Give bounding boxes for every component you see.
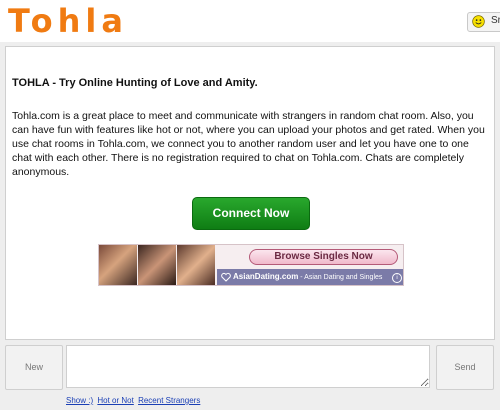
smiley-label: Sr <box>491 15 500 26</box>
ad-tagline: - Asian Dating and Singles <box>300 274 383 281</box>
recent-strangers-link[interactable]: Recent Strangers <box>138 396 200 405</box>
ad-banner[interactable]: Browse Singles Now AsianDating.com - Asi… <box>98 244 404 286</box>
info-icon[interactable]: i <box>392 273 402 283</box>
ad-photo <box>99 245 137 285</box>
connect-now-button[interactable]: Connect Now <box>192 197 310 230</box>
logo[interactable]: Tohla <box>8 0 128 42</box>
show-link[interactable]: Show :) <box>66 396 93 405</box>
new-button[interactable]: New <box>5 345 63 390</box>
description: Tohla.com is a great place to meet and c… <box>12 110 485 178</box>
smiley-icon <box>472 15 485 28</box>
browse-singles-button[interactable]: Browse Singles Now <box>249 249 398 265</box>
smiley-button[interactable]: Sr <box>467 12 500 32</box>
heart-icon <box>221 272 231 282</box>
main-panel: TOHLA - Try Online Hunting of Love and A… <box>5 46 495 340</box>
ad-strip: AsianDating.com - Asian Dating and Singl… <box>217 269 403 285</box>
ad-text: AsianDating.com - Asian Dating and Singl… <box>233 272 382 281</box>
ad-photo <box>177 245 215 285</box>
page-title: TOHLA - Try Online Hunting of Love and A… <box>12 77 258 89</box>
message-input[interactable] <box>66 345 430 388</box>
ad-brand: AsianDating.com <box>233 272 299 281</box>
hot-or-not-link[interactable]: Hot or Not <box>97 396 133 405</box>
footer-links: Show :) Hot or Not Recent Strangers <box>66 396 202 405</box>
ad-photo <box>138 245 176 285</box>
header: Tohla Sr <box>0 0 500 42</box>
send-button[interactable]: Send <box>436 345 494 390</box>
